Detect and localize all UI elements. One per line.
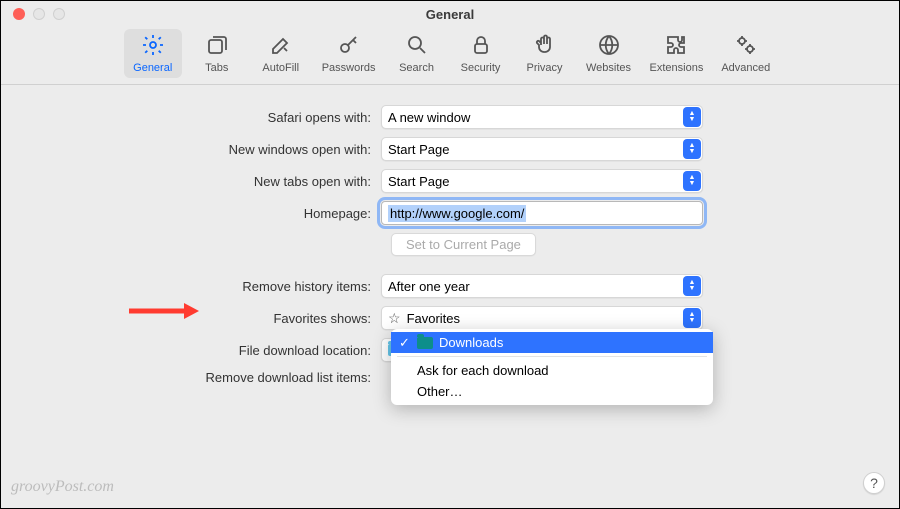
window-title: General xyxy=(426,7,474,22)
maximize-button[interactable] xyxy=(53,8,65,20)
new-windows-value: Start Page xyxy=(388,142,449,157)
tab-websites[interactable]: Websites xyxy=(580,29,638,78)
close-button[interactable] xyxy=(13,8,25,20)
key-icon xyxy=(337,33,361,60)
dropdown-item-label: Other… xyxy=(417,384,463,399)
tab-label: Websites xyxy=(586,62,631,74)
tab-security[interactable]: Security xyxy=(452,29,510,78)
safari-opens-popup[interactable]: A new window ▲▼ xyxy=(381,105,703,129)
new-tabs-value: Start Page xyxy=(388,174,449,189)
tab-label: Extensions xyxy=(650,62,704,74)
tab-label: Tabs xyxy=(205,62,228,74)
tab-extensions[interactable]: Extensions xyxy=(644,29,710,78)
tabs-icon xyxy=(205,33,229,60)
titlebar: General xyxy=(1,1,899,27)
safari-opens-value: A new window xyxy=(388,110,470,125)
lock-icon xyxy=(469,33,493,60)
folder-icon xyxy=(417,337,433,349)
hand-icon xyxy=(533,33,557,60)
chevron-updown-icon: ▲▼ xyxy=(683,308,701,328)
favorites-value: Favorites xyxy=(407,311,460,326)
tab-general[interactable]: General xyxy=(124,29,182,78)
tab-passwords[interactable]: Passwords xyxy=(316,29,382,78)
dropdown-item-downloads[interactable]: ✓ Downloads xyxy=(391,332,713,353)
tab-label: General xyxy=(133,62,172,74)
gears-icon xyxy=(734,33,758,60)
preferences-toolbar: General Tabs AutoFill Passwords Search xyxy=(1,27,899,85)
remove-history-value: After one year xyxy=(388,279,470,294)
minimize-button[interactable] xyxy=(33,8,45,20)
annotation-arrow xyxy=(129,303,199,319)
tab-advanced[interactable]: Advanced xyxy=(715,29,776,78)
star-icon: ☆ xyxy=(388,310,401,327)
tab-label: AutoFill xyxy=(262,62,299,74)
chevron-updown-icon: ▲▼ xyxy=(683,107,701,127)
new-tabs-popup[interactable]: Start Page ▲▼ xyxy=(381,169,703,193)
autofill-icon xyxy=(269,33,293,60)
tab-tabs[interactable]: Tabs xyxy=(188,29,246,78)
remove-downloads-label: Remove download list items: xyxy=(61,370,381,385)
set-current-page-button[interactable]: Set to Current Page xyxy=(391,233,536,256)
new-tabs-label: New tabs open with: xyxy=(61,174,381,189)
chevron-updown-icon: ▲▼ xyxy=(683,139,701,159)
dropdown-item-ask[interactable]: Ask for each download xyxy=(391,360,713,381)
tab-label: Privacy xyxy=(526,62,562,74)
chevron-updown-icon: ▲▼ xyxy=(683,171,701,191)
help-button[interactable]: ? xyxy=(863,472,885,494)
tab-privacy[interactable]: Privacy xyxy=(516,29,574,78)
homepage-label: Homepage: xyxy=(61,206,381,221)
dropdown-item-label: Downloads xyxy=(439,335,503,350)
puzzle-icon xyxy=(664,33,688,60)
tab-label: Passwords xyxy=(322,62,376,74)
tab-autofill[interactable]: AutoFill xyxy=(252,29,310,78)
remove-history-label: Remove history items: xyxy=(61,279,381,294)
download-location-dropdown: ✓ Downloads Ask for each download Other… xyxy=(391,329,713,405)
watermark: groovyPost.com xyxy=(11,478,114,496)
dropdown-item-other[interactable]: Other… xyxy=(391,381,713,402)
dropdown-item-label: Ask for each download xyxy=(417,363,549,378)
chevron-updown-icon: ▲▼ xyxy=(683,276,701,296)
tab-label: Advanced xyxy=(721,62,770,74)
menu-divider xyxy=(397,356,707,357)
homepage-field[interactable]: http://www.google.com/ xyxy=(381,201,703,225)
tab-search[interactable]: Search xyxy=(388,29,446,78)
new-windows-label: New windows open with: xyxy=(61,142,381,157)
tab-label: Search xyxy=(399,62,434,74)
search-icon xyxy=(405,33,429,60)
tab-label: Security xyxy=(461,62,501,74)
safari-opens-label: Safari opens with: xyxy=(61,110,381,125)
remove-history-popup[interactable]: After one year ▲▼ xyxy=(381,274,703,298)
favorites-popup[interactable]: ☆ Favorites ▲▼ xyxy=(381,306,703,330)
new-windows-popup[interactable]: Start Page ▲▼ xyxy=(381,137,703,161)
globe-icon xyxy=(597,33,621,60)
homepage-value: http://www.google.com/ xyxy=(388,205,526,222)
favorites-label: Favorites shows: xyxy=(61,311,381,326)
gear-icon xyxy=(141,33,165,60)
checkmark-icon: ✓ xyxy=(399,335,410,351)
download-location-label: File download location: xyxy=(61,343,381,358)
